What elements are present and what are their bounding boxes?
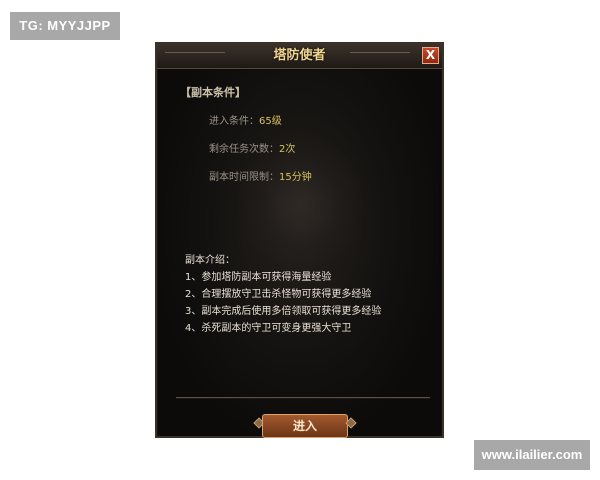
- entry-condition-label: 进入条件：: [209, 116, 259, 127]
- content-divider: [176, 397, 430, 399]
- intro-item: 3、副本完成后使用多倍领取可获得更多经验: [185, 306, 382, 317]
- enter-button[interactable]: 进入: [262, 414, 348, 438]
- close-button[interactable]: X: [422, 47, 439, 64]
- dialog-content: 【副本条件】 进入条件：65级 剩余任务次数：2次 副本时间限制：15分钟 副本…: [160, 70, 439, 438]
- time-limit-row: 副本时间限制：15分钟: [209, 168, 312, 183]
- dialog-titlebar: 塔防使者 X: [157, 44, 442, 69]
- remaining-runs-label: 剩余任务次数：: [209, 144, 279, 155]
- time-limit-value: 15分钟: [279, 172, 312, 183]
- conditions-heading: 【副本条件】: [180, 86, 246, 99]
- intro-item: 4、杀死副本的守卫可变身更强大守卫: [185, 323, 352, 334]
- enter-button-frame: 进入: [253, 411, 357, 441]
- close-icon: X: [425, 48, 436, 62]
- dragon-emblem-background: [236, 138, 366, 268]
- entry-condition-row: 进入条件：65级: [209, 112, 282, 127]
- intro-heading: 副本介绍：: [185, 255, 235, 266]
- dialog-title: 塔防使者: [273, 48, 326, 63]
- time-limit-label: 副本时间限制：: [209, 172, 279, 183]
- remaining-runs-value: 2次: [279, 144, 296, 155]
- remaining-runs-row: 剩余任务次数：2次: [209, 140, 295, 155]
- entry-condition-value: 65级: [259, 116, 282, 127]
- intro-item: 2、合理摆放守卫击杀怪物可获得更多经验: [185, 289, 372, 300]
- tower-defense-dialog: 塔防使者 X 【副本条件】 进入条件：65级 剩余任务次数：2次 副本时间限制：…: [155, 42, 444, 438]
- watermark-bottom-right: www.ilailier.com: [474, 440, 590, 470]
- watermark-top-left: TG: MYYJJPP: [10, 12, 120, 40]
- intro-item: 1、参加塔防副本可获得海量经验: [185, 272, 332, 283]
